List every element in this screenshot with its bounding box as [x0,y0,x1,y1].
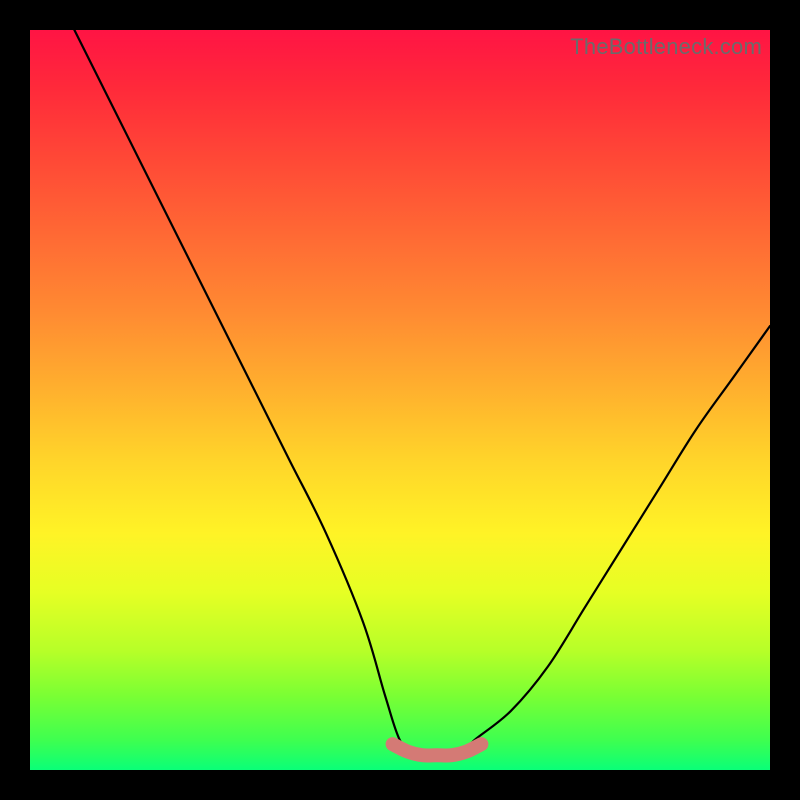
chart-svg [30,30,770,770]
bottleneck-curve-path [74,30,770,756]
plot-area: TheBottleneck.com [30,30,770,770]
valley-highlight-path [393,744,482,755]
chart-frame: TheBottleneck.com [0,0,800,800]
